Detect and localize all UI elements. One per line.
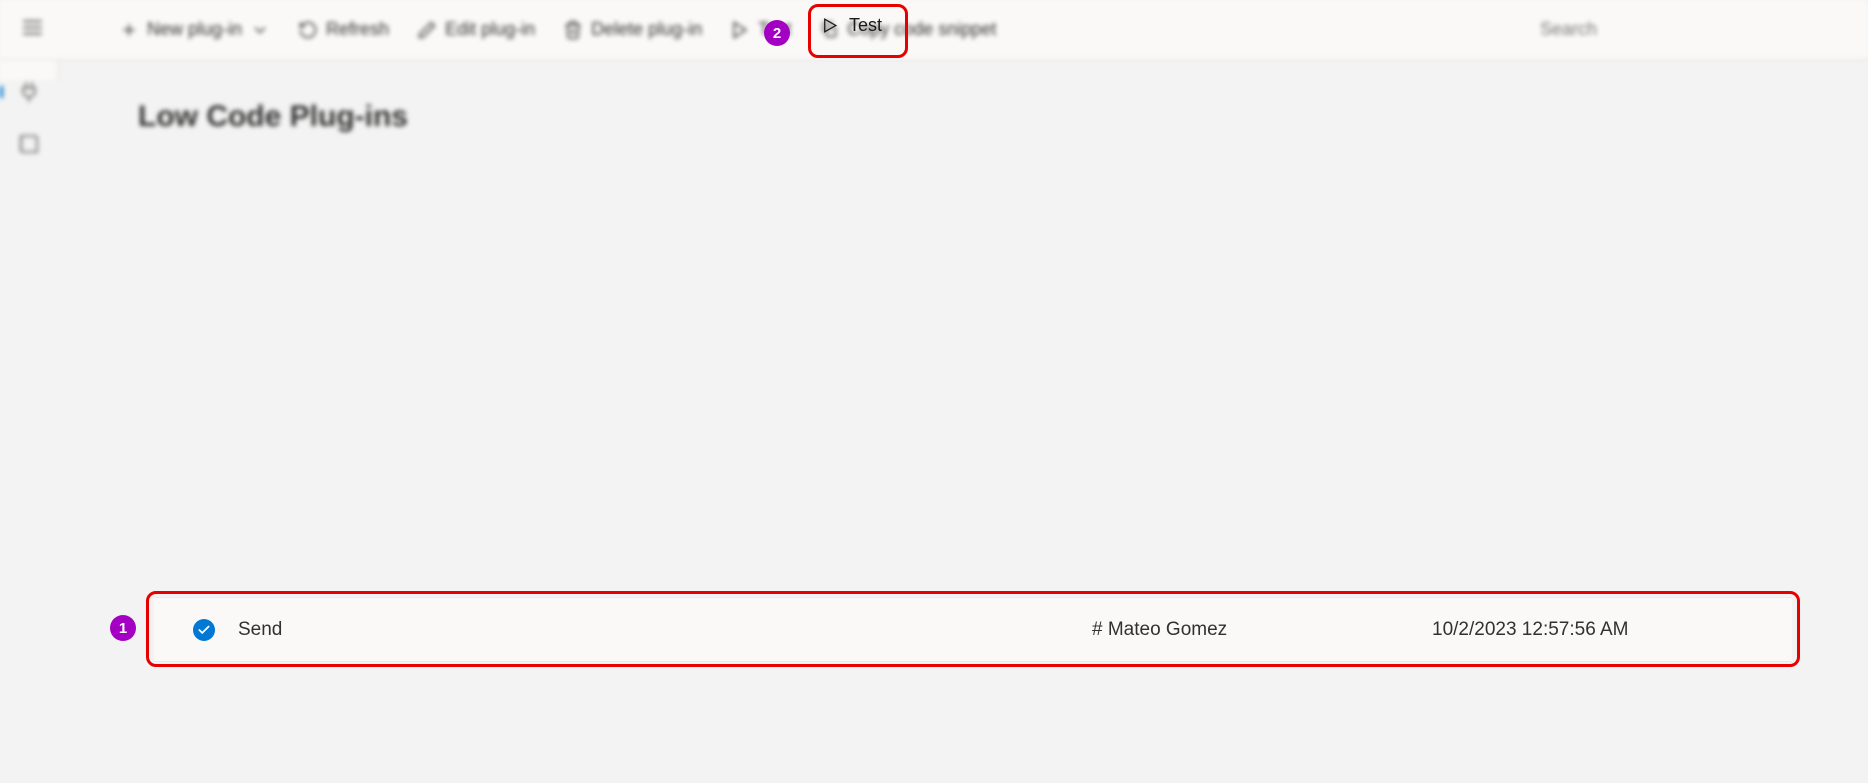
main-content: Low Code Plug-ins Create instant plug-in… [58,60,1868,140]
left-rail [0,60,58,80]
toolbar: New plug-in Refresh Edit plug-in Delete … [0,0,1868,60]
test-button-highlighted[interactable]: Test [820,15,882,36]
callout-badge-2: 2 [764,20,790,46]
plug-icon [17,80,41,104]
row-name-sharp: Send [234,619,1092,641]
edit-plugin-label: Edit plug-in [445,19,535,40]
plus-icon [119,20,139,40]
callout-badge-1: 1 [110,615,136,641]
toolbar-search [1528,11,1848,48]
delete-icon [563,20,583,40]
row-selected-check-icon[interactable] [193,619,215,641]
rail-library[interactable] [0,132,57,156]
test-label-sharp: Test [849,15,882,36]
row-created-sharp: # Mateo Gomez [1092,619,1432,641]
book-icon [17,132,41,156]
delete-plugin-label: Delete plug-in [591,19,702,40]
selected-row-highlighted[interactable]: Send # Mateo Gomez 10/2/2023 12:57:56 AM [154,597,1792,662]
chevron-down-icon [250,20,270,40]
rail-plugins[interactable] [0,80,57,104]
play-icon [730,20,750,40]
edit-icon [417,20,437,40]
new-plugin-label: New plug-in [147,19,242,40]
row-modified-sharp: 10/2/2023 12:57:56 AM [1432,619,1772,641]
delete-plugin-button[interactable]: Delete plug-in [549,13,716,46]
test-button[interactable]: Test [716,13,805,46]
edit-plugin-button[interactable]: Edit plug-in [403,13,549,46]
hamburger-menu-icon[interactable] [20,15,45,45]
refresh-button[interactable]: Refresh [284,13,403,46]
page-title: Low Code Plug-ins [138,100,1788,134]
refresh-label: Refresh [326,19,389,40]
refresh-icon [298,20,318,40]
search-input[interactable] [1528,11,1848,48]
play-icon [820,16,839,35]
new-plugin-button[interactable]: New plug-in [105,13,284,46]
